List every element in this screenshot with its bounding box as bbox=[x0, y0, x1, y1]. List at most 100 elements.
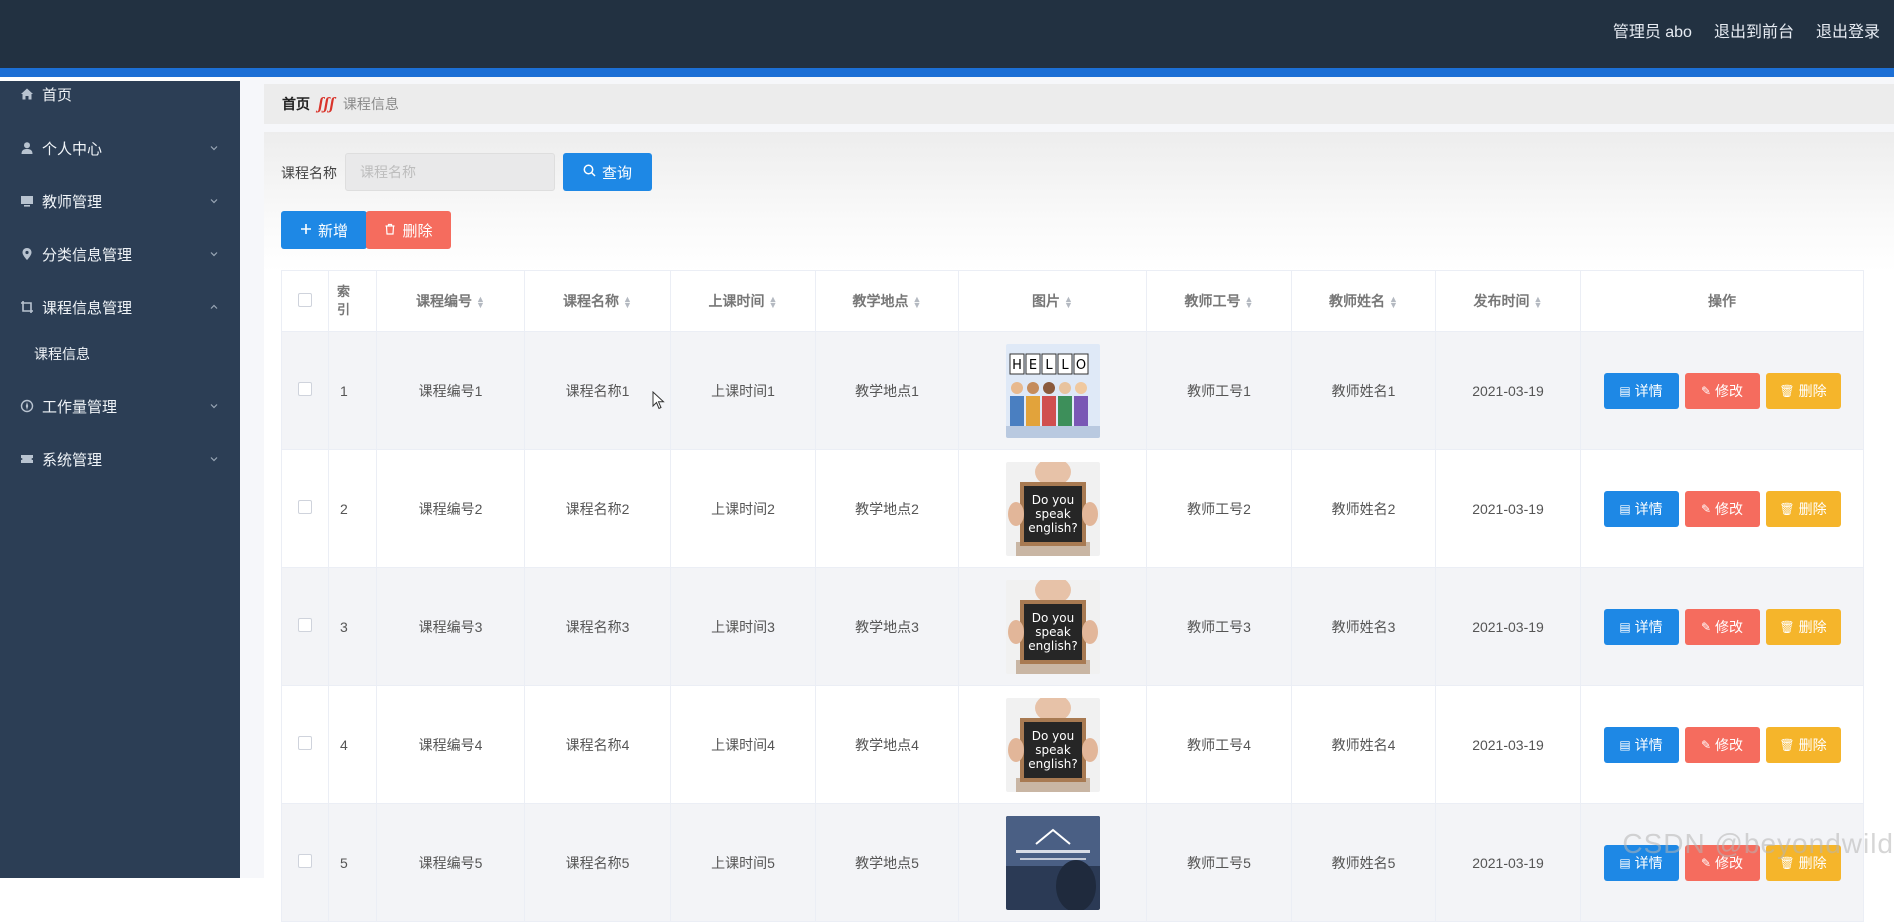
sidebar-item-home[interactable]: 首页 bbox=[0, 72, 240, 116]
cell-location: 教学地点1 bbox=[815, 331, 959, 450]
sort-icon[interactable]: ▲ ▼ bbox=[913, 295, 922, 310]
col-image[interactable]: 图片 ▲ ▼ bbox=[958, 270, 1147, 332]
search-label: 课程名称 bbox=[281, 165, 337, 181]
row-checkbox[interactable] bbox=[298, 736, 312, 750]
edit-button[interactable]: ✎ 修改 bbox=[1684, 372, 1760, 409]
col-teacher-no[interactable]: 教师工号 ▲ ▼ bbox=[1146, 270, 1292, 332]
delete-button[interactable]: 🗑 删除 bbox=[1765, 372, 1841, 409]
cell-teacher-no: 教师工号5 bbox=[1146, 803, 1292, 922]
sidebar-item-label: 首页 bbox=[42, 86, 73, 104]
cell-publish-time: 2021-03-19 bbox=[1435, 685, 1581, 804]
row-checkbox[interactable] bbox=[298, 500, 312, 514]
sidebar-item-system[interactable]: 系统管理 bbox=[0, 437, 240, 481]
sort-icon[interactable]: ▲ ▼ bbox=[1245, 295, 1254, 310]
row-checkbox[interactable] bbox=[298, 618, 312, 632]
cell-teacher-name: 教师姓名5 bbox=[1291, 803, 1436, 922]
table-header-row: 索引 课程编号 ▲ ▼ 课程名称 ▲ ▼ 上课时间 ▲ ▼ 教学地点 ▲ ▼ 图片 ▲ ▼ 教师工号… bbox=[281, 270, 1864, 332]
sort-icon[interactable]: ▲ ▼ bbox=[623, 295, 632, 310]
watermark: CSDN @beyondwild bbox=[1622, 828, 1894, 859]
svg-text:speak: speak bbox=[1035, 507, 1071, 521]
delete-button[interactable]: 🗑 删除 bbox=[1765, 726, 1841, 763]
sidebar-item-course-info[interactable]: 课程信息 bbox=[0, 332, 274, 376]
detail-button[interactable]: ▤ 详情 bbox=[1603, 726, 1679, 763]
col-publish-time[interactable]: 发布时间 ▲ ▼ bbox=[1435, 270, 1581, 332]
svg-text:H: H bbox=[1012, 358, 1022, 373]
cell-class-time: 上课时间1 bbox=[670, 331, 816, 450]
select-all-checkbox[interactable] bbox=[298, 292, 312, 307]
cell-index: 5 bbox=[328, 803, 377, 922]
cell-class-time: 上课时间2 bbox=[670, 449, 816, 568]
admin-user-label[interactable]: 管理员 abo bbox=[1613, 18, 1692, 42]
cell-actions: ▤ 详情 ✎ 修改 🗑 删除 bbox=[1580, 803, 1864, 922]
svg-text:speak: speak bbox=[1035, 743, 1071, 757]
add-button[interactable]: 新增 bbox=[281, 211, 367, 249]
logout-link[interactable]: 退出登录 bbox=[1816, 18, 1880, 42]
query-button[interactable]: 查询 bbox=[563, 153, 652, 191]
chevron-down-icon bbox=[210, 457, 218, 462]
sidebar-item-course-mgmt[interactable]: 课程信息管理 bbox=[0, 285, 240, 329]
sort-icon[interactable]: ▲ ▼ bbox=[769, 295, 778, 310]
edit-button[interactable]: ✎ 修改 bbox=[1684, 726, 1760, 763]
cell-actions: ▤ 详情 ✎ 修改 🗑 删除 bbox=[1580, 449, 1864, 568]
col-index: 索引 bbox=[328, 270, 377, 332]
sidebar-item-teacher[interactable]: 教师管理 bbox=[0, 179, 240, 223]
detail-button[interactable]: ▤ 详情 bbox=[1603, 490, 1679, 527]
table-row[interactable]: 2 课程编号2 课程名称2 上课时间2 教学地点2 Do you speak english?… bbox=[281, 449, 1864, 568]
cell-index: 3 bbox=[328, 567, 377, 686]
col-class-time[interactable]: 上课时间 ▲ ▼ bbox=[670, 270, 816, 332]
detail-button[interactable]: ▤ 详情 bbox=[1603, 372, 1679, 409]
col-location[interactable]: 教学地点 ▲ ▼ bbox=[815, 270, 959, 332]
col-course-name[interactable]: 课程名称 ▲ ▼ bbox=[524, 270, 671, 332]
edit-label: 修改 bbox=[1715, 736, 1744, 753]
delete-button[interactable]: 🗑 删除 bbox=[1765, 608, 1841, 645]
cell-course-no: 课程编号3 bbox=[376, 567, 525, 686]
table-row[interactable]: 5 课程编号5 课程名称5 上课时间5 教学地点5 教师工号5 教师姓名5 2021-03-1… bbox=[281, 803, 1864, 922]
add-button-label: 新增 bbox=[317, 222, 348, 240]
cell-index: 2 bbox=[328, 449, 377, 568]
cell-course-name: 课程名称1 bbox=[524, 331, 671, 450]
row-checkbox[interactable] bbox=[298, 382, 312, 396]
edit-button[interactable]: ✎ 修改 bbox=[1684, 490, 1760, 527]
trash-icon: 🗑 bbox=[1779, 737, 1795, 752]
sort-icon[interactable]: ▲ ▼ bbox=[1389, 295, 1398, 310]
select-all-cell bbox=[281, 270, 329, 332]
table-row[interactable]: 1 课程编号1 课程名称1 上课时间1 教学地点1 H E L L O 教师工号1 教师姓名1 2021… bbox=[281, 331, 1864, 450]
cell-image: Do you speak english? bbox=[958, 567, 1147, 686]
sort-icon[interactable]: ▲ ▼ bbox=[1534, 295, 1543, 310]
cell-location: 教学地点2 bbox=[815, 449, 959, 568]
trash-icon bbox=[384, 222, 396, 238]
edit-icon: ✎ bbox=[1700, 383, 1712, 398]
exit-to-front-link[interactable]: 退出到前台 bbox=[1714, 18, 1794, 42]
top-nav: 管理员 abo 退出到前台 退出登录 bbox=[1613, 18, 1880, 42]
table-row[interactable]: 4 课程编号4 课程名称4 上课时间4 教学地点4 Do you speak english?… bbox=[281, 685, 1864, 804]
trash-icon: 🗑 bbox=[1779, 383, 1795, 398]
cell-location: 教学地点5 bbox=[815, 803, 959, 922]
svg-text:Do you: Do you bbox=[1031, 493, 1073, 507]
col-course-no[interactable]: 课程编号 ▲ ▼ bbox=[376, 270, 525, 332]
sidebar-item-personal[interactable]: 个人中心 bbox=[0, 126, 240, 170]
cell-image: Do you speak english? bbox=[958, 685, 1147, 804]
sidebar-item-label: 课程信息 bbox=[34, 346, 90, 362]
sidebar-item-category[interactable]: 分类信息管理 bbox=[0, 232, 240, 276]
col-teacher-name[interactable]: 教师姓名 ▲ ▼ bbox=[1291, 270, 1436, 332]
row-checkbox[interactable] bbox=[298, 854, 312, 868]
cell-course-no: 课程编号1 bbox=[376, 331, 525, 450]
edit-button[interactable]: ✎ 修改 bbox=[1684, 608, 1760, 645]
sort-icon[interactable]: ▲ ▼ bbox=[476, 295, 485, 310]
query-button-label: 查询 bbox=[601, 164, 632, 182]
location-pin-icon bbox=[20, 247, 34, 261]
detail-button[interactable]: ▤ 详情 bbox=[1603, 608, 1679, 645]
sidebar-item-workload[interactable]: 工作量管理 bbox=[0, 384, 240, 428]
breadcrumb-home[interactable]: 首页 bbox=[282, 94, 310, 114]
cell-teacher-no: 教师工号3 bbox=[1146, 567, 1292, 686]
cell-teacher-name: 教师姓名2 bbox=[1291, 449, 1436, 568]
course-thumbnail-image bbox=[1005, 815, 1100, 910]
delete-button-label: 删除 bbox=[402, 222, 433, 240]
course-name-search-input[interactable] bbox=[345, 153, 555, 191]
sort-icon[interactable]: ▲ ▼ bbox=[1064, 295, 1073, 310]
delete-button[interactable]: 🗑 删除 bbox=[1765, 490, 1841, 527]
table-row[interactable]: 3 课程编号3 课程名称3 上课时间3 教学地点3 Do you speak english?… bbox=[281, 567, 1864, 686]
cell-publish-time: 2021-03-19 bbox=[1435, 449, 1581, 568]
batch-delete-button[interactable]: 删除 bbox=[366, 211, 451, 249]
compass-icon bbox=[20, 399, 34, 413]
